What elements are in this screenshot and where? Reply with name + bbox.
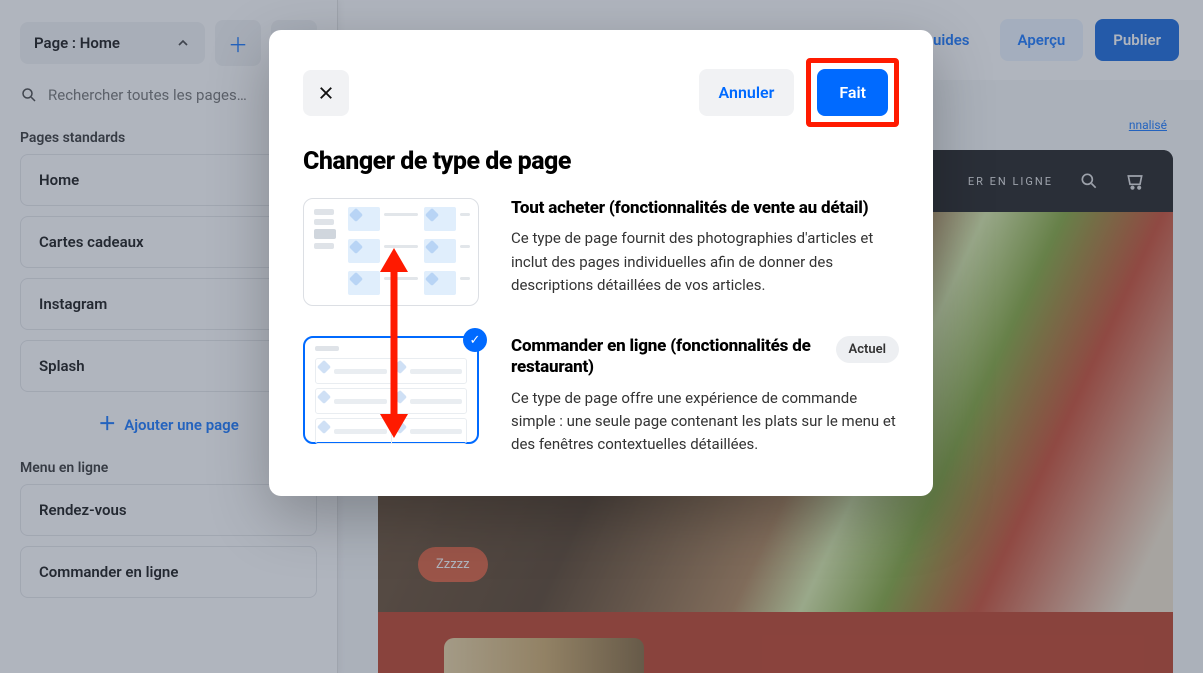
option-description: Ce type de page offre une expérience de … [511,387,899,457]
change-page-type-modal: Annuler Fait Changer de type de page Tou… [269,30,933,496]
option-description: Ce type de page fournit des photographie… [511,227,899,297]
option-thumbnail-retail [303,198,479,306]
option-title: Tout acheter (fonctionnalités de vente a… [511,198,899,219]
page-type-option-restaurant[interactable]: ✓ Commander en ligne (fonctionnalités de… [303,336,899,456]
check-icon: ✓ [463,328,487,352]
close-icon [317,84,335,102]
page-type-option-retail[interactable]: Tout acheter (fonctionnalités de vente a… [303,198,899,306]
modal-title: Changer de type de page [303,147,899,176]
close-button[interactable] [303,70,349,116]
option-thumbnail-restaurant: ✓ [303,336,479,444]
cancel-button[interactable]: Annuler [699,69,795,116]
option-title: Commander en ligne (fonctionnalités de r… [511,336,824,379]
done-button-highlight: Fait [806,58,899,127]
done-button[interactable]: Fait [817,69,888,116]
current-badge: Actuel [836,336,899,363]
